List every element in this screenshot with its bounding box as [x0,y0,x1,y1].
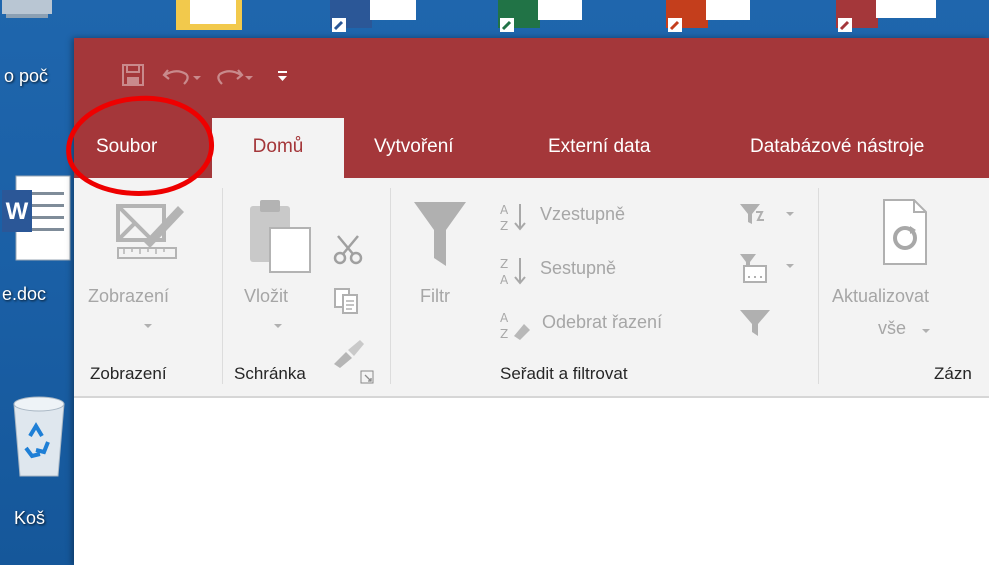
group-label-sort-filter: Seřadit a filtrovat [500,364,628,383]
group-separator [390,188,391,384]
desktop-shortcut-icon[interactable] [836,0,936,36]
refresh-all-button[interactable]: Aktualizovat [832,286,929,307]
filter-icon[interactable] [410,198,470,278]
ribbon-home: Zobrazení Zobrazení Vložit Schránka Filt… [74,178,989,398]
undo-icon[interactable] [162,62,192,88]
advanced-filter-icon[interactable] [738,252,774,286]
sort-ascending-button[interactable]: Vzestupně [540,204,625,225]
redo-dropdown-icon[interactable] [244,62,254,88]
desktop-label-document[interactable]: e.doc [2,284,46,305]
redo-icon[interactable] [214,62,244,88]
svg-text:W: W [6,198,29,225]
desktop-label-computer[interactable]: o poč [4,66,48,87]
word-document-icon[interactable]: W [2,172,72,262]
desktop-label-recycle-bin[interactable]: Koš [14,508,45,529]
group-label-clipboard: Schránka [234,364,306,383]
refresh-all-label-line2[interactable]: vše [878,318,906,339]
refresh-all-icon[interactable] [880,198,930,268]
svg-text:Z: Z [500,327,508,341]
svg-text:Z: Z [500,219,508,233]
refresh-all-dropdown-icon[interactable] [922,329,930,333]
title-bar [74,38,989,118]
paste-button[interactable]: Vložit [244,286,288,307]
selection-filter-dropdown-icon[interactable] [786,212,794,216]
format-painter-icon[interactable] [332,338,366,368]
svg-text:A: A [500,203,509,217]
copy-icon[interactable] [332,286,362,316]
svg-text:A: A [500,273,509,287]
view-button[interactable]: Zobrazení [88,286,169,307]
sort-descending-icon[interactable]: ZA [498,254,532,288]
recycle-bin-icon[interactable] [6,390,72,482]
sort-ascending-icon[interactable]: AZ [498,200,532,234]
quick-access-toolbar [120,62,290,88]
group-separator [222,188,223,384]
svg-text:Z: Z [500,257,508,271]
tab-external-data[interactable]: Externí data [548,118,650,178]
selection-filter-icon[interactable] [738,200,774,228]
desktop-shortcut-icon[interactable] [168,0,242,36]
group-label-records: Zázn [934,364,972,383]
desktop-shortcut-icon[interactable] [666,0,750,36]
view-icon[interactable] [110,196,186,268]
tab-database-tools[interactable]: Databázové nástroje [750,118,924,178]
remove-sort-button[interactable]: Odebrat řazení [542,312,662,333]
filter-button[interactable]: Filtr [420,286,450,307]
toggle-filter-icon[interactable] [738,306,774,340]
undo-dropdown-icon[interactable] [192,62,202,88]
cut-icon[interactable] [332,234,364,266]
advanced-filter-dropdown-icon[interactable] [786,264,794,268]
desktop-shortcut-icon[interactable] [498,0,582,36]
tab-create[interactable]: Vytvoření [374,118,454,178]
desktop-shortcut-icon[interactable] [0,0,56,36]
group-separator [818,188,819,384]
save-icon[interactable] [120,62,146,88]
view-dropdown-icon[interactable] [144,324,152,328]
svg-text:A: A [500,311,509,325]
access-window: Soubor Domů Vytvoření Externí data Datab… [74,38,989,565]
paste-icon[interactable] [244,198,318,276]
remove-sort-icon[interactable]: AZ [498,308,538,342]
workspace-area [74,398,989,565]
customize-toolbar-icon[interactable] [276,62,290,88]
clipboard-launcher-icon[interactable] [360,370,376,386]
group-label-views: Zobrazení [90,364,167,383]
paste-dropdown-icon[interactable] [274,324,282,328]
sort-descending-button[interactable]: Sestupně [540,258,616,279]
desktop-shortcut-icon[interactable] [330,0,416,36]
tab-home[interactable]: Domů [212,118,344,182]
